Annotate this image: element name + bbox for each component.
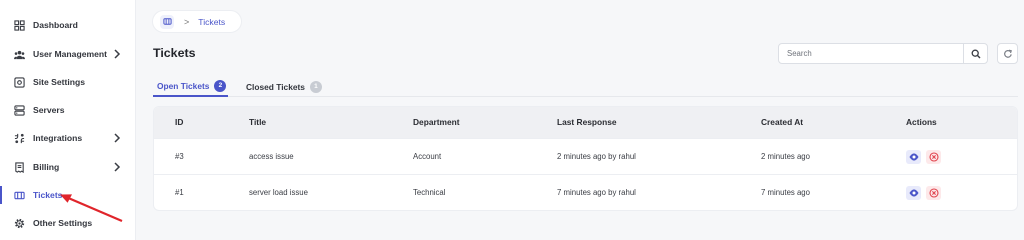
sidebar-item-label: Site Settings [33, 77, 86, 87]
ticket-created-at: 2 minutes ago [761, 152, 810, 161]
tab-closed-tickets[interactable]: Closed Tickets 1 [246, 76, 322, 97]
ticket-title: access issue [249, 152, 294, 161]
settings-square-icon [14, 76, 25, 88]
sidebar-item-site-settings[interactable]: Site Settings [0, 70, 136, 94]
ticket-id: #3 [175, 152, 184, 161]
gear-icon [14, 218, 25, 229]
ticket-department: Account [413, 152, 442, 161]
column-header-department[interactable]: Department [413, 117, 460, 127]
ticket-last-response: 2 minutes ago by rahul [557, 152, 636, 161]
view-ticket-button[interactable] [906, 186, 921, 200]
sidebar-item-user-management[interactable]: User Management [0, 42, 136, 66]
delete-ticket-button[interactable] [926, 186, 941, 200]
eye-icon [909, 153, 918, 161]
sidebar-item-servers[interactable]: Servers [0, 98, 136, 122]
column-header-id[interactable]: ID [175, 117, 183, 127]
receipt-icon [14, 161, 25, 173]
search-icon [971, 49, 980, 58]
sidebar-item-billing[interactable]: Billing [0, 155, 136, 179]
table-row[interactable]: #1 server load issue Technical 7 minutes… [154, 174, 1017, 210]
tab-count-badge: 2 [214, 79, 227, 92]
server-icon [14, 104, 25, 116]
refresh-icon [1003, 49, 1012, 58]
home-icon[interactable] [160, 14, 174, 29]
sidebar-item-label: User Management [33, 49, 108, 59]
sidebar-item-label: Integrations [33, 133, 83, 143]
table-row[interactable]: #3 access issue Account 2 minutes ago by… [154, 138, 1017, 174]
search-input[interactable] [779, 44, 963, 63]
sidebar-item-integrations[interactable]: Integrations [0, 126, 136, 150]
close-circle-icon [928, 188, 939, 198]
annotation-arrow [60, 194, 123, 223]
ticket-created-at: 7 minutes ago [761, 188, 810, 197]
sidebar-item-dashboard[interactable]: Dashboard [0, 13, 136, 37]
ticket-title: server load issue [249, 188, 308, 197]
column-header-actions: Actions [906, 117, 937, 127]
ticket-id: #1 [175, 188, 184, 197]
column-header-title[interactable]: Title [249, 117, 266, 127]
page-title: Tickets [153, 46, 196, 60]
breadcrumb-separator-icon: > [184, 16, 190, 27]
breadcrumb: > Tickets [152, 10, 242, 33]
column-header-created-at[interactable]: Created At [761, 117, 803, 127]
breadcrumb-current: Tickets [198, 16, 226, 27]
tab-open-tickets[interactable]: Open Tickets 2 [153, 76, 228, 97]
sidebar-item-label: Dashboard [33, 20, 78, 30]
search-box [778, 43, 988, 64]
tab-label: Closed Tickets [246, 81, 305, 92]
tab-label: Open Tickets [157, 80, 210, 91]
sidebar-item-label: Servers [33, 105, 65, 115]
ticket-last-response: 7 minutes ago by rahul [557, 188, 636, 197]
users-icon [14, 49, 25, 60]
tickets-table: ID Title Department Last Response Create… [153, 106, 1018, 211]
ticket-icon [14, 190, 25, 201]
ticket-department: Technical [413, 188, 446, 197]
grid-icon [14, 19, 25, 31]
view-ticket-button[interactable] [906, 150, 921, 164]
delete-ticket-button[interactable] [926, 150, 941, 164]
column-header-last-response[interactable]: Last Response [557, 117, 617, 127]
table-header: ID Title Department Last Response Create… [154, 107, 1017, 138]
chevron-right-icon [114, 162, 121, 172]
search-button[interactable] [963, 44, 987, 63]
integration-icon [14, 133, 25, 144]
chevron-right-icon [114, 133, 121, 143]
chevron-right-icon [114, 49, 121, 59]
refresh-button[interactable] [997, 43, 1018, 64]
sidebar-item-label: Billing [33, 162, 60, 172]
tab-count-badge: 1 [309, 80, 322, 93]
close-circle-icon [928, 152, 939, 162]
eye-icon [909, 189, 918, 197]
